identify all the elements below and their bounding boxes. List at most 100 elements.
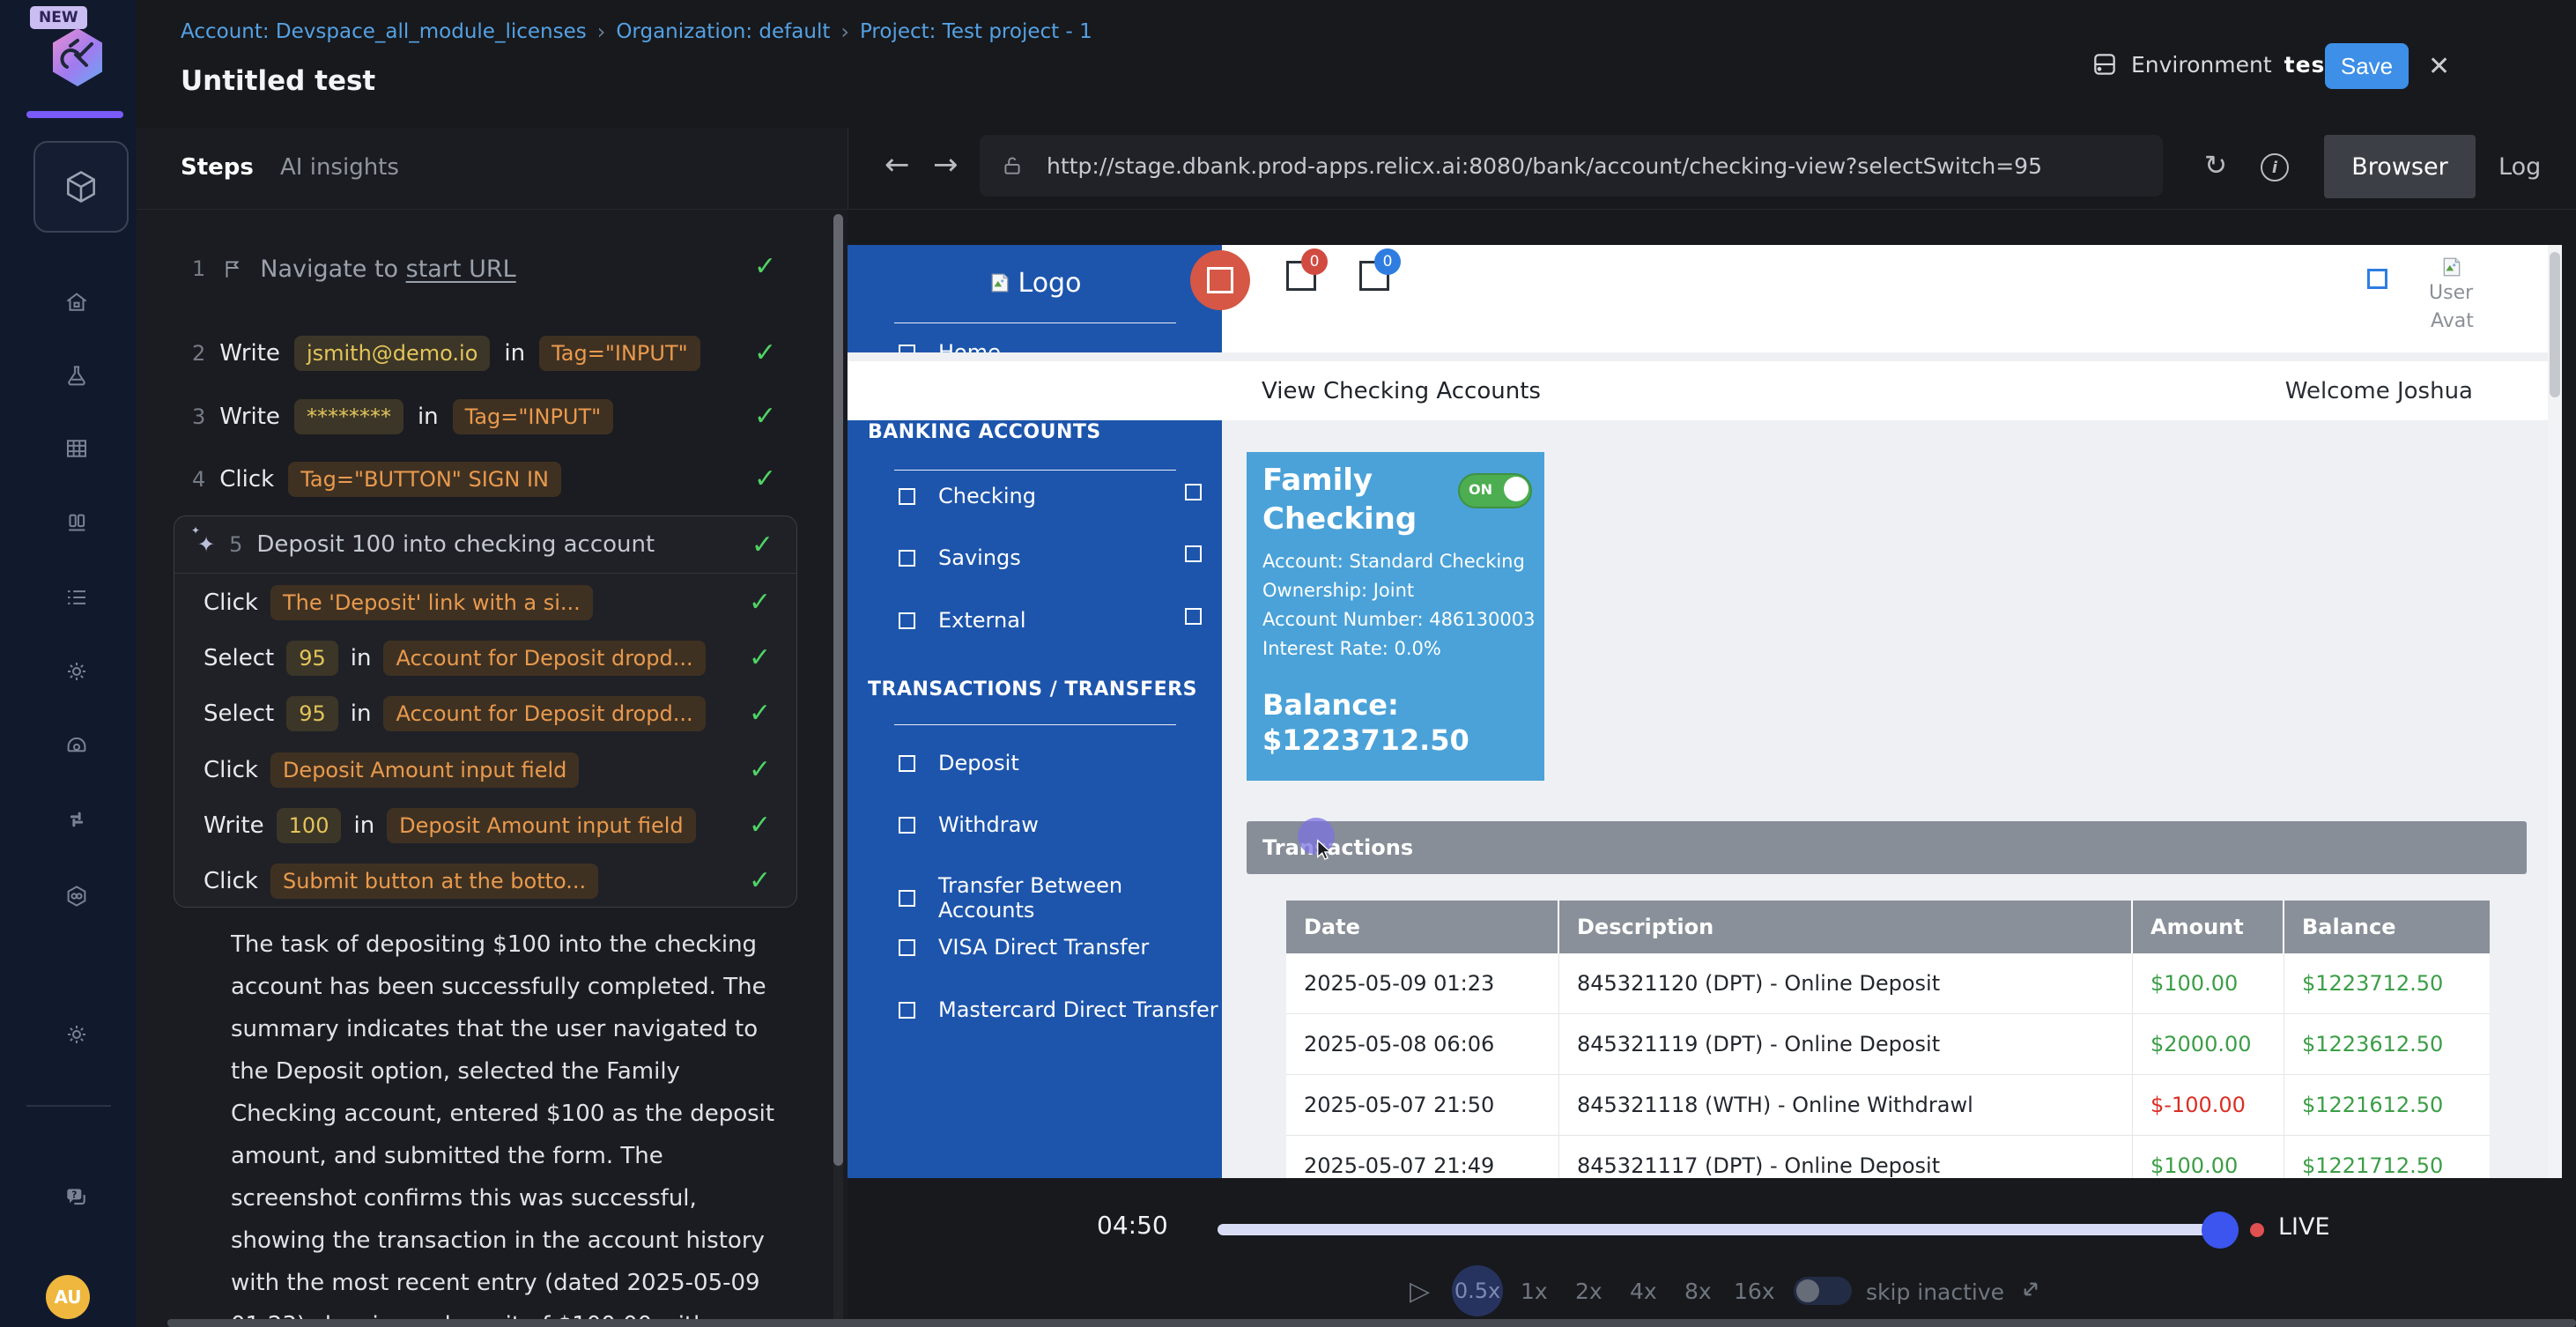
sidebar-item-inspector[interactable] bbox=[63, 731, 91, 760]
step-selector-badge: Tag="INPUT" bbox=[453, 399, 614, 434]
speed-4x-button[interactable]: 4x bbox=[1630, 1279, 1657, 1304]
sidebar-item-runs[interactable] bbox=[63, 509, 91, 537]
speed-16x-button[interactable]: 16x bbox=[1734, 1279, 1775, 1304]
steps-panel: Steps AI insights 1 Navigate to start UR… bbox=[137, 128, 848, 1327]
url-text[interactable]: http://stage.dbank.prod-apps.relicx.ai:8… bbox=[1047, 153, 2042, 179]
bank-nav-deposit[interactable]: Deposit bbox=[899, 751, 1019, 775]
breadcrumb-account[interactable]: Account: Devspace_all_module_licenses bbox=[181, 20, 587, 43]
sidebar-item-suites[interactable] bbox=[63, 434, 91, 463]
step-row-1[interactable]: 1 Navigate to start URL bbox=[192, 249, 516, 288]
user-avatar-alt-line1[interactable]: User bbox=[2429, 282, 2473, 304]
cursor-icon bbox=[1310, 835, 1336, 865]
playback-handle[interactable] bbox=[2202, 1212, 2239, 1249]
app-logo-icon[interactable] bbox=[53, 28, 102, 86]
sidebar-item-admin-settings[interactable] bbox=[63, 1020, 91, 1049]
page-scrollbar-thumb[interactable] bbox=[2550, 252, 2560, 397]
cell-balance: $1221612.50 bbox=[2284, 1075, 2490, 1136]
sidebar-item-loops[interactable] bbox=[63, 882, 91, 910]
account-toggle[interactable]: ON bbox=[1458, 473, 1532, 508]
substep-row[interactable]: Click Submit button at the botto... bbox=[204, 860, 598, 902]
substep-row[interactable]: Select 95 in Account for Deposit dropd..… bbox=[204, 637, 706, 679]
sidebar-item-integrations[interactable] bbox=[63, 805, 91, 834]
step-number: 2 bbox=[192, 341, 205, 366]
page-scrollbar-track[interactable] bbox=[2548, 245, 2562, 1178]
account-number: Account Number: 486130003 bbox=[1262, 609, 1535, 630]
cell-description: 845321119 (DPT) - Online Deposit bbox=[1559, 1014, 2133, 1075]
active-nav-indicator bbox=[26, 111, 123, 118]
close-icon[interactable]: ✕ bbox=[2428, 51, 2450, 82]
substep-action: Select bbox=[204, 645, 274, 671]
bank-nav-label: Withdraw bbox=[938, 812, 1039, 837]
start-url-link[interactable]: start URL bbox=[406, 256, 516, 283]
bank-logo-text: Logo bbox=[1018, 268, 1082, 299]
bank-nav-savings[interactable]: Savings bbox=[899, 545, 1021, 570]
bank-nav-visa-transfer[interactable]: VISA Direct Transfer bbox=[899, 935, 1149, 960]
bank-nav-mastercard-transfer[interactable]: Mastercard Direct Transfer bbox=[899, 997, 1218, 1022]
bank-nav-transfer-between[interactable]: Transfer Between Accounts bbox=[899, 873, 1222, 923]
substep-row[interactable]: Click Deposit Amount input field bbox=[204, 749, 579, 791]
substep-selector-badge: Submit button at the botto... bbox=[270, 864, 598, 899]
check-icon: ✓ bbox=[754, 401, 776, 432]
speed-8x-button[interactable]: 8x bbox=[1684, 1279, 1712, 1304]
steps-scrollbar-thumb[interactable] bbox=[833, 214, 843, 1166]
transactions-header-bar[interactable]: Transactions bbox=[1247, 821, 2527, 874]
browser-tab-button[interactable]: Browser bbox=[2324, 135, 2476, 198]
sidebar-item-home[interactable] bbox=[63, 288, 91, 316]
toggle-knob bbox=[1504, 477, 1529, 501]
bank-nav-external[interactable]: External bbox=[899, 608, 1026, 633]
sidebar-item-lab[interactable] bbox=[63, 362, 91, 390]
save-button[interactable]: Save bbox=[2325, 43, 2409, 89]
step-group-5[interactable]: ✦✦ 5 Deposit 100 into checking account ✓… bbox=[174, 515, 797, 908]
cell-description: 845321120 (DPT) - Online Deposit bbox=[1559, 953, 2133, 1014]
substep-row[interactable]: Select 95 in Account for Deposit dropd..… bbox=[204, 693, 706, 735]
topbar-square-icon[interactable] bbox=[2367, 269, 2387, 289]
fullscreen-icon[interactable] bbox=[2017, 1276, 2044, 1302]
bank-nav-withdraw[interactable]: Withdraw bbox=[899, 812, 1039, 837]
back-icon[interactable]: ← bbox=[885, 147, 910, 182]
speed-1x-button[interactable]: 1x bbox=[1521, 1279, 1548, 1304]
step-group-header[interactable]: ✦✦ 5 Deposit 100 into checking account ✓ bbox=[174, 516, 796, 574]
speed-0.5x-button[interactable]: 0.5x bbox=[1452, 1265, 1503, 1316]
step-row-3[interactable]: 3 Write ******** in Tag="INPUT" bbox=[192, 397, 613, 437]
user-avatar-alt-line2[interactable]: Avat bbox=[2431, 310, 2474, 332]
substep-row[interactable]: Click The 'Deposit' link with a si... bbox=[204, 582, 593, 624]
forward-icon[interactable]: → bbox=[933, 147, 959, 182]
loop-hexagon-icon bbox=[63, 883, 90, 909]
environment-selector[interactable]: Environment test bbox=[2091, 48, 2336, 80]
table-icon bbox=[63, 435, 90, 462]
cell-amount: $100.00 bbox=[2133, 1136, 2284, 1178]
info-icon[interactable]: i bbox=[2261, 153, 2289, 182]
step-summary-text: The task of depositing $100 into the che… bbox=[231, 923, 786, 1327]
sidebar-item-settings[interactable] bbox=[63, 657, 91, 686]
bank-logo[interactable]: Logo bbox=[848, 257, 1222, 308]
bank-nav-checking[interactable]: Checking bbox=[899, 484, 1036, 508]
step-row-2[interactable]: 2 Write jsmith@demo.io in Tag="INPUT" bbox=[192, 333, 700, 374]
playback-track[interactable] bbox=[1218, 1224, 2231, 1235]
breadcrumb-project[interactable]: Project: Test project - 1 bbox=[860, 20, 1092, 43]
tab-ai-insights[interactable]: AI insights bbox=[280, 154, 399, 181]
help-button[interactable]: ? bbox=[63, 1184, 91, 1212]
substep-conjunction: in bbox=[351, 701, 372, 727]
tab-steps[interactable]: Steps bbox=[181, 154, 254, 181]
log-tab-button[interactable]: Log bbox=[2498, 153, 2541, 181]
horizontal-scrollbar[interactable] bbox=[167, 1319, 2576, 1327]
substep-row[interactable]: Write 100 in Deposit Amount input field bbox=[204, 804, 696, 847]
substep-action: Write bbox=[204, 812, 264, 839]
url-bar[interactable]: http://stage.dbank.prod-apps.relicx.ai:8… bbox=[980, 135, 2163, 196]
play-icon[interactable]: ▷ bbox=[1410, 1276, 1430, 1307]
step-row-4[interactable]: 4 Click Tag="BUTTON" SIGN IN bbox=[192, 459, 561, 500]
user-avatar[interactable]: AU bbox=[46, 1275, 90, 1319]
speed-2x-button[interactable]: 2x bbox=[1575, 1279, 1603, 1304]
bank-section-accounts: BANKING ACCOUNTS bbox=[868, 421, 1101, 443]
sidebar-toggle-button[interactable] bbox=[1190, 250, 1250, 310]
skip-inactive-toggle[interactable] bbox=[1794, 1277, 1852, 1305]
breadcrumb-organization[interactable]: Organization: default bbox=[616, 20, 830, 43]
sidebar-item-checklist[interactable] bbox=[63, 583, 91, 612]
refresh-icon[interactable]: ↻ bbox=[2204, 150, 2227, 182]
bank-nav-label: Mastercard Direct Transfer bbox=[938, 997, 1218, 1022]
sidebar-item-tests[interactable] bbox=[33, 141, 129, 233]
step-value-badge: ******** bbox=[294, 399, 403, 434]
step-group-title: Deposit 100 into checking account bbox=[256, 531, 655, 558]
breadcrumb: Account: Devspace_all_module_licenses › … bbox=[181, 19, 1092, 44]
toggle-knob bbox=[1796, 1279, 1819, 1302]
